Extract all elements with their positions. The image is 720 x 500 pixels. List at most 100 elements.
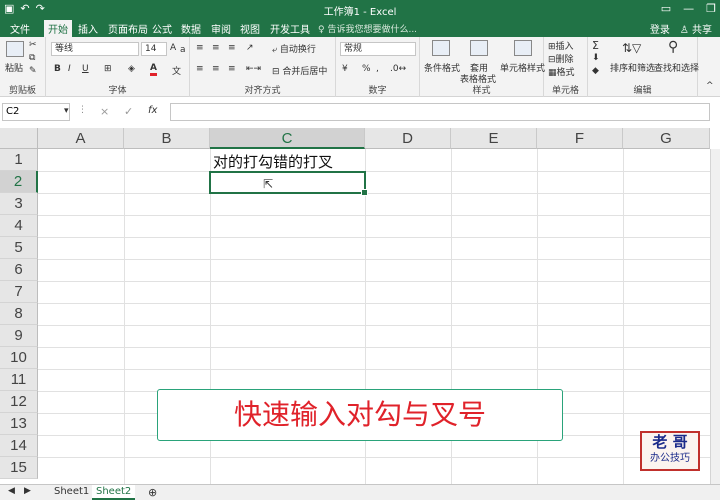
column-header-f[interactable]: F [537, 128, 623, 149]
cut-icon[interactable]: ✂ [29, 40, 37, 50]
row-header-11[interactable]: 11 [0, 369, 38, 391]
indent-icon[interactable]: ⇤⇥ [246, 64, 261, 74]
prev-sheet-icon[interactable]: ◀ [8, 486, 15, 496]
font-name-select[interactable]: 等线 [51, 42, 139, 56]
tab-file[interactable]: 文件 [10, 21, 30, 36]
add-sheet-icon[interactable]: ⊕ [148, 486, 157, 499]
column-header-c[interactable]: C [210, 128, 365, 149]
align-center-icon[interactable]: ≡ [212, 64, 220, 74]
percent-button[interactable]: % [362, 64, 371, 74]
tab-review[interactable]: 审阅 [211, 21, 231, 36]
tab-view[interactable]: 视图 [240, 21, 260, 36]
row-header-10[interactable]: 10 [0, 347, 38, 369]
copy-icon[interactable]: ⧉ [29, 53, 35, 63]
sheet-tab-sheet1[interactable]: Sheet1 [50, 485, 93, 500]
column-header-g[interactable]: G [623, 128, 710, 149]
name-box[interactable]: C2 [2, 103, 70, 121]
row-header-15[interactable]: 15 [0, 457, 38, 479]
ribbon-tabs: 文件 开始 插入 页面布局 公式 数据 审阅 视图 开发工具 ♀ 告诉我您想要做… [0, 19, 720, 37]
cell-c1[interactable]: 对的打勾错的打叉 [213, 151, 333, 172]
tab-data[interactable]: 数据 [181, 21, 201, 36]
align-left-icon[interactable]: ≡ [196, 64, 204, 74]
currency-icon[interactable]: ¥ [342, 64, 348, 74]
conditional-format-icon [432, 40, 450, 56]
tell-me-box[interactable]: ♀ 告诉我您想要做什么... [318, 22, 417, 35]
column-header-b[interactable]: B [124, 128, 210, 149]
number-format-select[interactable]: 常规 [340, 42, 416, 56]
increase-font-icon[interactable]: A [170, 43, 176, 53]
paste-button[interactable]: 粘贴 [5, 61, 23, 74]
vertical-scrollbar[interactable] [710, 149, 720, 484]
fill-icon[interactable]: ⬇ [592, 53, 600, 63]
collapse-ribbon-icon[interactable]: ^ [706, 81, 714, 91]
column-header-e[interactable]: E [451, 128, 537, 149]
autosum-icon[interactable]: Σ [592, 39, 599, 52]
ribbon-options-icon[interactable]: ▭ [661, 2, 671, 15]
delete-button[interactable]: ⊟删除 [548, 52, 574, 65]
find-select-button[interactable]: 查找和选择 [654, 61, 699, 74]
column-header-d[interactable]: D [365, 128, 451, 149]
border-icon[interactable]: ⊞ [104, 64, 112, 74]
row-header-2[interactable]: 2 [0, 171, 38, 193]
select-all-corner[interactable] [0, 128, 38, 149]
row-header-8[interactable]: 8 [0, 303, 38, 325]
maximize-icon[interactable]: ❐ [706, 2, 716, 15]
login-link[interactable]: 登录 [650, 21, 670, 36]
tab-insert[interactable]: 插入 [78, 21, 98, 36]
row-header-13[interactable]: 13 [0, 413, 38, 435]
next-sheet-icon[interactable]: ▶ [24, 486, 31, 496]
underline-button[interactable]: U [82, 64, 89, 74]
more-icon: ⋮ [78, 105, 87, 115]
cell-styles-button[interactable]: 单元格样式 [500, 61, 545, 74]
decrease-font-icon[interactable]: a [180, 45, 186, 55]
sort-filter-button[interactable]: 排序和筛选 [610, 61, 655, 74]
align-top-icon[interactable]: ≡ [196, 43, 204, 53]
orientation-icon[interactable]: ↗ [246, 43, 254, 53]
minimize-icon[interactable]: — [683, 2, 694, 15]
tab-home[interactable]: 开始 [44, 20, 72, 37]
enter-icon[interactable]: ✓ [124, 105, 133, 118]
cells-group: ⊞插入 ⊟删除 ▦格式 单元格 [544, 37, 588, 97]
column-header-a[interactable]: A [38, 128, 124, 149]
row-header-14[interactable]: 14 [0, 435, 38, 457]
comma-button[interactable]: , [376, 64, 379, 74]
bold-button[interactable]: B [54, 64, 61, 74]
formula-input[interactable] [170, 103, 710, 121]
italic-button[interactable]: I [68, 64, 71, 74]
insert-button[interactable]: ⊞插入 [548, 39, 574, 52]
align-bottom-icon[interactable]: ≡ [228, 43, 236, 53]
fill-color-icon[interactable]: ◈ [128, 64, 135, 74]
wrap-text-button[interactable]: ⤶ 自动换行 [272, 42, 316, 55]
decimal-icon[interactable]: .0↔ [390, 64, 406, 74]
align-middle-icon[interactable]: ≡ [212, 43, 220, 53]
phonetic-icon[interactable]: 文 [172, 64, 181, 77]
tab-formulas[interactable]: 公式 [152, 21, 172, 36]
row-header-1[interactable]: 1 [0, 149, 38, 171]
paste-icon[interactable] [6, 41, 24, 57]
align-right-icon[interactable]: ≡ [228, 64, 236, 74]
cancel-icon[interactable]: × [100, 105, 109, 118]
selected-cell-c2[interactable] [209, 171, 368, 196]
merge-center-button[interactable]: ⊟ 合并后居中 [272, 64, 327, 77]
row-header-7[interactable]: 7 [0, 281, 38, 303]
formula-bar: C2 ▾ ⋮ × ✓ fx [0, 103, 720, 121]
row-header-4[interactable]: 4 [0, 215, 38, 237]
row-header-9[interactable]: 9 [0, 325, 38, 347]
tab-developer[interactable]: 开发工具 [270, 21, 310, 36]
grid-line [38, 347, 710, 348]
sheet-tab-sheet2[interactable]: Sheet2 [92, 485, 136, 500]
format-button[interactable]: ▦格式 [548, 65, 575, 78]
insert-function-icon[interactable]: fx [148, 105, 157, 116]
format-painter-icon[interactable]: ✎ [29, 66, 37, 76]
clear-icon[interactable]: ◆ [592, 66, 599, 76]
font-size-select[interactable]: 14 [141, 42, 167, 56]
row-header-3[interactable]: 3 [0, 193, 38, 215]
conditional-format-button[interactable]: 条件格式 [424, 61, 460, 74]
row-header-12[interactable]: 12 [0, 391, 38, 413]
name-box-dropdown-icon[interactable]: ▾ [64, 106, 69, 116]
share-button[interactable]: ♙ 共享 [680, 21, 712, 36]
row-header-6[interactable]: 6 [0, 259, 38, 281]
tab-page-layout[interactable]: 页面布局 [108, 21, 148, 36]
row-header-5[interactable]: 5 [0, 237, 38, 259]
font-color-icon[interactable]: A [150, 63, 157, 76]
